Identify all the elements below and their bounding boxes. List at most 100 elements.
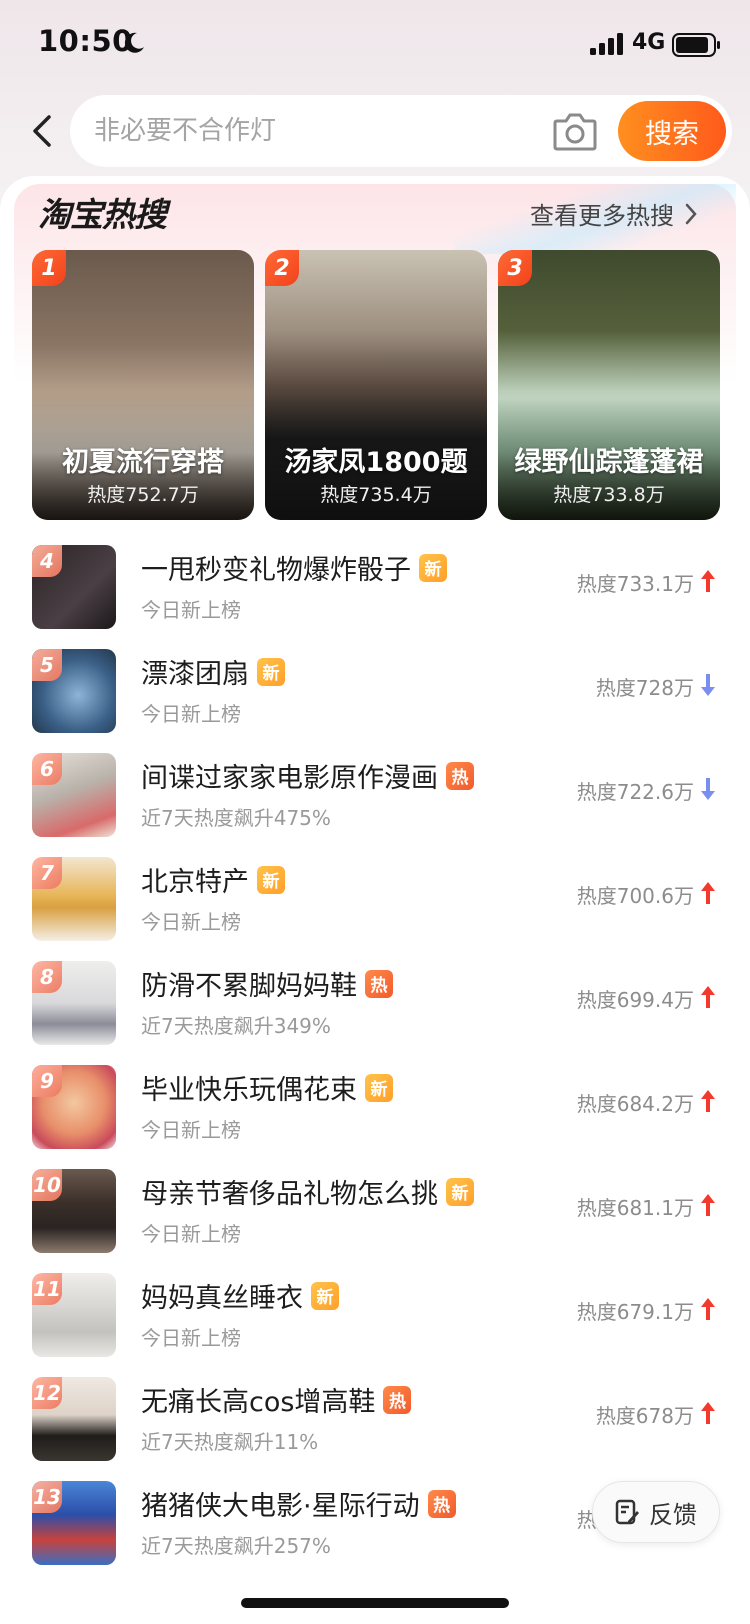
item-title: 母亲节奢侈品礼物怎么挑 新 — [141, 1172, 474, 1211]
rank-badge: 12 — [32, 1377, 62, 1409]
item-thumbnail: 8 — [32, 961, 116, 1045]
hot-search-logo: 淘宝热搜 — [38, 195, 167, 234]
item-subtitle: 今日新上榜 — [141, 702, 241, 726]
item-title: 间谍过家家电影原作漫画 热 — [141, 756, 474, 795]
new-tag: 新 — [446, 1177, 474, 1206]
feedback-label: 反馈 — [649, 1500, 697, 1529]
item-thumbnail: 6 — [32, 753, 116, 837]
rank-badge: 8 — [32, 961, 62, 993]
top-item-heat: 热度752.7万 — [87, 484, 199, 506]
trend-up-icon — [701, 882, 715, 904]
top-item-title: 绿野仙踪蓬蓬裙 — [514, 447, 704, 478]
list-item[interactable]: 7 北京特产 新 今日新上榜 热度700.6万 — [0, 852, 750, 952]
item-subtitle: 今日新上榜 — [141, 1118, 241, 1142]
home-indicator — [241, 1598, 509, 1608]
status-bar: 10:50 4G — [0, 0, 750, 88]
rank-badge: 3 — [498, 250, 532, 286]
list-item[interactable]: 10 母亲节奢侈品礼物怎么挑 新 今日新上榜 热度681.1万 — [0, 1164, 750, 1264]
item-title-text: 漂漆团扇 — [141, 659, 249, 690]
search-input[interactable] — [94, 95, 514, 167]
feedback-edit-icon — [615, 1499, 639, 1525]
list-item[interactable]: 8 防滑不累脚妈妈鞋 热 近7天热度飙升349% 热度699.4万 — [0, 956, 750, 1056]
list-item[interactable]: 5 漂漆团扇 新 今日新上榜 热度728万 — [0, 644, 750, 744]
item-title-text: 猪猪侠大电影·星际行动 — [141, 1491, 420, 1522]
top-item-2[interactable]: 2 汤家凤1800题 热度735.4万 — [265, 250, 487, 520]
rank-badge: 6 — [32, 753, 62, 785]
rank-badge: 4 — [32, 545, 62, 577]
hot-tag: 热 — [365, 969, 393, 998]
top-item-heat: 热度733.8万 — [553, 484, 665, 506]
item-heat: 热度681.1万 — [576, 1196, 694, 1220]
list-item[interactable]: 6 间谍过家家电影原作漫画 热 近7天热度飙升475% 热度722.6万 — [0, 748, 750, 848]
trend-up-icon — [701, 1090, 715, 1112]
search-button[interactable]: 搜索 — [618, 101, 726, 161]
item-heat: 热度722.6万 — [576, 780, 694, 804]
item-title-text: 间谍过家家电影原作漫画 — [141, 763, 438, 794]
item-title: 防滑不累脚妈妈鞋 热 — [141, 964, 393, 1003]
hot-tag: 热 — [383, 1385, 412, 1414]
item-title-text: 毕业快乐玩偶花束 — [141, 1075, 357, 1106]
item-thumbnail: 4 — [32, 545, 116, 629]
signal-icon — [590, 33, 623, 55]
battery-icon — [672, 33, 720, 57]
feedback-button[interactable]: 反馈 — [592, 1481, 720, 1543]
chevron-right-icon — [685, 203, 697, 224]
new-tag: 新 — [311, 1281, 339, 1310]
item-title: 猪猪侠大电影·星际行动 热 — [141, 1484, 456, 1523]
new-tag: 新 — [257, 657, 285, 686]
back-button[interactable] — [22, 109, 62, 153]
item-heat: 热度733.1万 — [576, 572, 694, 596]
top-item-title: 初夏流行穿搭 — [62, 447, 224, 478]
hot-tag: 热 — [446, 761, 474, 790]
camera-button[interactable] — [552, 109, 598, 153]
item-title: 北京特产 新 — [141, 860, 285, 899]
list-item[interactable]: 9 毕业快乐玩偶花束 新 今日新上榜 热度684.2万 — [0, 1060, 750, 1160]
item-thumbnail: 12 — [32, 1377, 116, 1461]
top-item-3[interactable]: 3 绿野仙踪蓬蓬裙 热度733.8万 — [498, 250, 720, 520]
more-hot-search-link[interactable]: 查看更多热搜 — [530, 196, 698, 231]
item-subtitle: 近7天热度飙升349% — [141, 1014, 331, 1038]
trend-up-icon — [701, 1298, 715, 1320]
item-subtitle: 今日新上榜 — [141, 910, 241, 934]
item-thumbnail: 5 — [32, 649, 116, 733]
list-item[interactable]: 11 妈妈真丝睡衣 新 今日新上榜 热度679.1万 — [0, 1268, 750, 1368]
item-thumbnail: 7 — [32, 857, 116, 941]
more-hot-search-label: 查看更多热搜 — [530, 202, 674, 230]
item-heat: 热度678万 — [595, 1404, 694, 1428]
top-item-heat: 热度735.4万 — [320, 484, 432, 506]
back-arrow-icon — [33, 115, 51, 147]
item-heat: 热度684.2万 — [576, 1092, 694, 1116]
item-title: 漂漆团扇 新 — [141, 652, 285, 691]
network-label: 4G — [632, 30, 666, 55]
item-subtitle: 近7天热度飙升475% — [141, 806, 331, 830]
trend-up-icon — [701, 1402, 715, 1424]
top-item-title: 汤家凤1800题 — [284, 447, 468, 478]
item-thumbnail: 10 — [32, 1169, 116, 1253]
camera-icon — [553, 113, 597, 151]
item-heat: 热度728万 — [595, 676, 694, 700]
list-item[interactable]: 4 一甩秒变礼物爆炸骰子 新 今日新上榜 热度733.1万 — [0, 540, 750, 640]
item-thumbnail: 11 — [32, 1273, 116, 1357]
top-item-1[interactable]: 1 初夏流行穿搭 热度752.7万 — [32, 250, 254, 520]
item-thumbnail: 13 — [32, 1481, 116, 1565]
rank-badge: 10 — [32, 1169, 62, 1201]
list-item[interactable]: 12 无痛长高cos增高鞋 热 近7天热度飙升11% 热度678万 — [0, 1372, 750, 1472]
item-subtitle: 今日新上榜 — [141, 598, 241, 622]
item-subtitle: 近7天热度飙升257% — [141, 1534, 331, 1558]
item-title-text: 母亲节奢侈品礼物怎么挑 — [141, 1179, 438, 1210]
item-subtitle: 今日新上榜 — [141, 1326, 241, 1350]
item-title-text: 北京特产 — [141, 867, 249, 898]
rank-badge: 13 — [32, 1481, 62, 1513]
item-title-text: 防滑不累脚妈妈鞋 — [141, 971, 357, 1002]
trend-up-icon — [701, 570, 715, 592]
item-title: 毕业快乐玩偶花束 新 — [141, 1068, 393, 1107]
search-box: 搜索 — [70, 95, 732, 167]
search-row: 搜索 — [0, 95, 750, 170]
new-tag: 新 — [365, 1073, 393, 1102]
moon-icon — [124, 32, 144, 53]
item-heat: 热度679.1万 — [576, 1300, 694, 1324]
item-heat: 热度699.4万 — [576, 988, 694, 1012]
item-thumbnail: 9 — [32, 1065, 116, 1149]
item-subtitle: 今日新上榜 — [141, 1222, 241, 1246]
new-tag: 新 — [419, 553, 447, 582]
